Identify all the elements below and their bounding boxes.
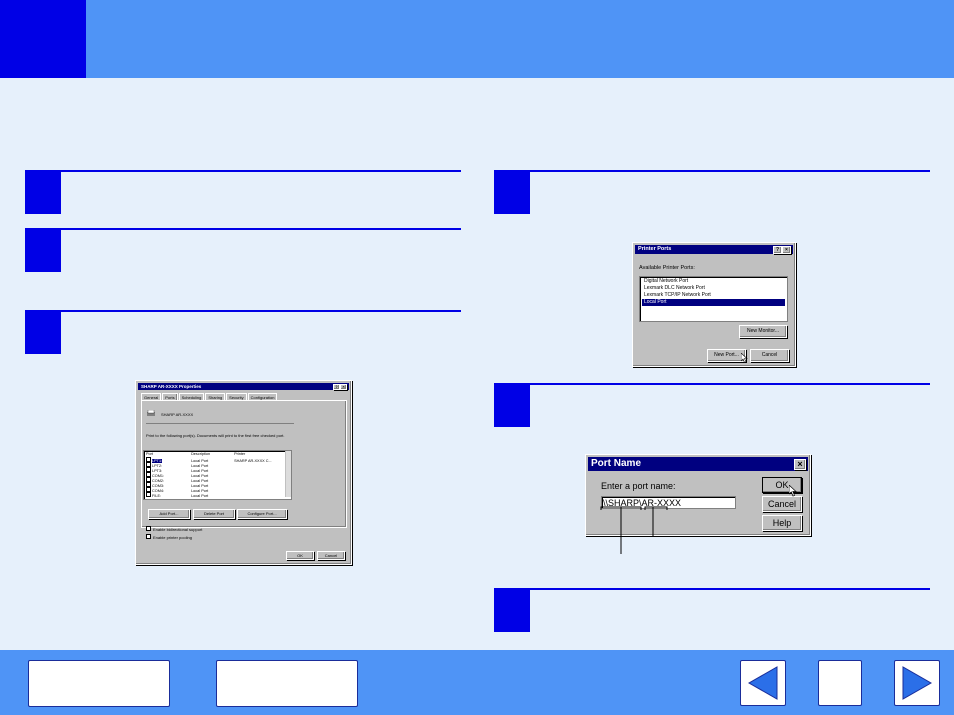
- port-cell: FILE:: [152, 494, 162, 498]
- port-name-titlebar: Port Name ×: [588, 457, 808, 471]
- new-monitor-button[interactable]: New Monitor...: [739, 325, 787, 338]
- list-item-selected[interactable]: Local Port: [642, 299, 785, 306]
- printer-properties-dialog: SHARP AR-XXXX Properties ? × General Por…: [135, 380, 352, 565]
- table-row[interactable]: FILE: Local Port: [146, 492, 233, 498]
- step-5-marker: [494, 383, 530, 427]
- description-cell: Local Port: [191, 494, 209, 498]
- close-icon[interactable]: ×: [794, 459, 806, 470]
- printer-icon: [146, 409, 156, 417]
- list-item[interactable]: Digital Network Port: [642, 278, 785, 285]
- bidirectional-checkbox[interactable]: [146, 526, 151, 531]
- port-name-title: Port Name: [591, 458, 642, 469]
- step-6-rule: [530, 588, 930, 590]
- header-bar: [0, 0, 954, 78]
- cursor-icon: [788, 484, 797, 497]
- printer-ports-dialog: Printer Ports ? × Available Printer Port…: [632, 242, 796, 367]
- next-page-button[interactable]: [894, 660, 940, 706]
- col-port: Port: [146, 452, 153, 456]
- step-4-rule: [530, 170, 930, 172]
- return-button[interactable]: [818, 660, 862, 706]
- step-2-marker: [25, 228, 61, 272]
- checkbox[interactable]: [146, 492, 151, 497]
- step-4-marker: [494, 170, 530, 214]
- help-icon[interactable]: ?: [333, 384, 340, 390]
- configure-port-button[interactable]: Configure Port...: [237, 509, 287, 519]
- port-list[interactable]: Port Description Printer LPT1: Local Por…: [143, 450, 292, 500]
- close-icon[interactable]: ×: [340, 384, 347, 390]
- scrollbar[interactable]: [285, 451, 291, 497]
- add-port-button[interactable]: Add Port...: [148, 509, 190, 519]
- ports-list[interactable]: Digital Network Port Lexmark DLC Network…: [639, 276, 788, 322]
- index-button[interactable]: [216, 660, 358, 707]
- contents-button[interactable]: [28, 660, 170, 707]
- ok-button[interactable]: OK: [286, 551, 314, 560]
- step-6-marker: [494, 588, 530, 632]
- step-2-rule: [61, 228, 461, 230]
- list-item[interactable]: Lexmark DLC Network Port: [642, 285, 785, 292]
- pooling-option[interactable]: Enable printer pooling: [146, 534, 192, 540]
- step-3-marker: [25, 310, 61, 354]
- port-name-callouts: [600, 506, 668, 554]
- bidirectional-label: Enable bidirectional support: [153, 527, 203, 532]
- cursor-icon: [740, 352, 748, 363]
- step-5-rule: [530, 383, 930, 385]
- step-1-rule: [61, 170, 461, 172]
- help-button[interactable]: Help: [762, 515, 802, 531]
- bidirectional-option[interactable]: Enable bidirectional support: [146, 526, 202, 532]
- prev-page-button[interactable]: [740, 660, 786, 706]
- printer-name: SHARP AR-XXXX: [161, 412, 194, 417]
- col-description: Description: [191, 452, 211, 456]
- printer-cell: SHARP AR-XXXX C...: [234, 459, 272, 463]
- cancel-button[interactable]: Cancel: [317, 551, 345, 560]
- delete-port-button[interactable]: Delete Port: [193, 509, 235, 519]
- cancel-button[interactable]: Cancel: [750, 349, 789, 362]
- list-item[interactable]: Lexmark TCP/IP Network Port: [642, 292, 785, 299]
- printer-ports-titlebar: Printer Ports ? ×: [635, 245, 793, 254]
- divider: [146, 423, 294, 424]
- chapter-block: [0, 0, 86, 78]
- close-icon[interactable]: ×: [782, 246, 791, 254]
- printer-ports-title: Printer Ports: [638, 246, 672, 252]
- arrow-right-icon: [902, 666, 933, 700]
- pooling-checkbox[interactable]: [146, 534, 151, 539]
- help-icon[interactable]: ?: [773, 246, 782, 254]
- available-ports-label: Available Printer Ports:: [639, 265, 695, 271]
- step-1-marker: [25, 170, 61, 214]
- col-printer: Printer: [234, 452, 246, 456]
- cancel-button[interactable]: Cancel: [762, 496, 802, 512]
- step-3-rule: [61, 310, 461, 312]
- pooling-label: Enable printer pooling: [153, 535, 192, 540]
- printer-properties-titlebar: SHARP AR-XXXX Properties ? ×: [138, 383, 349, 390]
- arrow-left-icon: [747, 666, 778, 700]
- print-to-text: Print to the following port(s). Document…: [146, 433, 285, 438]
- printer-properties-title: SHARP AR-XXXX Properties: [141, 384, 202, 389]
- port-name-prompt: Enter a port name:: [601, 481, 676, 491]
- port-col-header: Port Description Printer: [146, 452, 245, 456]
